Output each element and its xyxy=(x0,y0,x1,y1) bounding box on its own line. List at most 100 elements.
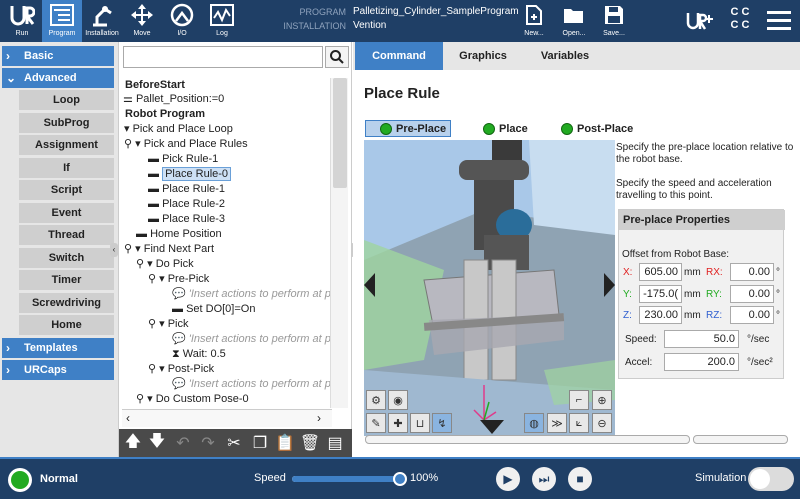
redo-icon[interactable]: ↷ xyxy=(197,432,219,454)
io-nav-button[interactable]: I/O xyxy=(162,0,202,42)
save-button[interactable]: Save... xyxy=(594,0,634,42)
tree-node[interactable]: BeforeStart xyxy=(125,78,185,93)
new-button[interactable]: New... xyxy=(514,0,554,42)
tree-node-selected[interactable]: ▬ Place Rule-0 xyxy=(148,167,232,182)
tree-node[interactable]: ▬ Place Rule-1 xyxy=(148,182,225,197)
speed-input[interactable]: 50.0 xyxy=(664,330,739,348)
tab-variables[interactable]: Variables xyxy=(523,42,607,70)
feature-icon[interactable]: ≫ xyxy=(547,413,567,433)
robot-3d-view[interactable]: ⚙ ◉ ✎ ✚ ⊔ ↯ ⌐ ⊕ ◍ ≫ ⟀ ⊖ xyxy=(364,140,615,436)
tree-node[interactable]: 💬 'Insert actions to perform at p xyxy=(172,377,331,392)
x-input[interactable]: 605.00 xyxy=(639,263,682,281)
node-timer[interactable]: Timer xyxy=(19,270,114,290)
suppress-icon[interactable]: ▤ xyxy=(324,432,346,454)
play-icon[interactable]: ▶ xyxy=(496,467,520,491)
scene-scrollbar[interactable] xyxy=(365,435,690,444)
collapse-left-handle[interactable]: ‹ xyxy=(110,243,118,257)
category-templates[interactable]: › Templates xyxy=(2,338,114,358)
z-input[interactable]: 230.00 xyxy=(639,306,682,324)
view-rotate-down-icon[interactable] xyxy=(480,420,504,434)
control-mode-icon[interactable]: C CC C xyxy=(726,6,754,36)
tcp-view-icon[interactable]: ⟀ xyxy=(569,413,589,433)
category-urcaps[interactable]: › URCaps xyxy=(2,360,114,380)
step-icon[interactable]: ⏭ xyxy=(532,467,556,491)
rz-input[interactable]: 0.00 xyxy=(730,306,774,324)
power-status-button[interactable] xyxy=(8,468,32,492)
program-nav-button[interactable]: Program xyxy=(42,0,82,42)
delete-icon[interactable]: 🗑 xyxy=(299,432,321,454)
tree-node[interactable]: ⚲ ▾ Post-Pick xyxy=(148,362,214,377)
tree-node[interactable]: 💬 'Insert actions to perform at p xyxy=(172,332,331,347)
tree-node[interactable]: ▬ Place Rule-2 xyxy=(148,197,225,212)
tree-node[interactable]: ⚌ Pallet_Position:=0 xyxy=(123,92,224,107)
rx-input[interactable]: 0.00 xyxy=(730,263,774,281)
node-assignment[interactable]: Assignment xyxy=(19,135,114,155)
move-nav-button[interactable]: Move xyxy=(122,0,162,42)
tree-node[interactable]: ▾ Pick and Place Loop xyxy=(124,122,233,137)
search-icon[interactable] xyxy=(325,46,349,68)
tree-node[interactable]: ⚲ ▾ Find Next Part xyxy=(124,242,214,257)
tree-node[interactable]: ▬ Place Rule-3 xyxy=(148,212,225,227)
undo-icon[interactable]: ↶ xyxy=(172,432,194,454)
tree-node[interactable]: ▬ Pick Rule-1 xyxy=(148,152,218,167)
node-if[interactable]: If xyxy=(19,158,114,178)
path-icon[interactable]: ↯ xyxy=(432,413,452,433)
node-thread[interactable]: Thread xyxy=(19,225,114,245)
category-basic[interactable]: › Basic xyxy=(2,46,114,66)
tree-search-input[interactable] xyxy=(123,46,323,68)
y-input[interactable]: -175.0( xyxy=(639,285,682,303)
tab-command[interactable]: Command xyxy=(355,42,443,70)
tree-node[interactable]: ⚲ ▾ Pick xyxy=(148,317,189,332)
scroll-thumb[interactable] xyxy=(333,78,347,188)
tree-node[interactable]: ⧗ Wait: 0.5 xyxy=(172,347,226,362)
node-screwdriving[interactable]: Screwdriving xyxy=(19,293,114,313)
tree-node[interactable]: ▬ Home Position xyxy=(136,227,222,242)
view-rotate-left-icon[interactable] xyxy=(364,273,376,297)
tree-node[interactable]: ▬ Set DO[0]=On xyxy=(172,302,255,317)
paste-icon[interactable]: 📋 xyxy=(274,432,296,454)
view-robot-icon[interactable]: ⌐ xyxy=(569,390,589,410)
run-nav-button[interactable]: Run xyxy=(2,0,42,42)
cut-icon[interactable]: ✂ xyxy=(223,432,245,454)
robot-view-icon[interactable]: ⚙ xyxy=(366,390,386,410)
view-rotate-right-icon[interactable] xyxy=(603,273,615,297)
speed-slider-knob[interactable] xyxy=(393,472,407,486)
urplus-icon[interactable] xyxy=(685,9,715,33)
tree-vertical-scrollbar[interactable] xyxy=(330,78,348,408)
stop-icon[interactable]: ■ xyxy=(568,467,592,491)
tree-node[interactable]: ⚲ ▾ Pick and Place Rules xyxy=(124,137,248,152)
tool-icon[interactable]: ✎ xyxy=(366,413,386,433)
waypoint-post-place[interactable]: Post-Place xyxy=(561,120,641,137)
scroll-left-icon[interactable]: ‹ xyxy=(126,411,130,425)
node-event[interactable]: Event xyxy=(19,203,114,223)
signal-icon[interactable]: ◉ xyxy=(388,390,408,410)
waypoint-pre-place[interactable]: Pre-Place xyxy=(365,120,451,137)
tree-node[interactable]: ⚲ ▾ Pre-Pick xyxy=(148,272,209,287)
accel-input[interactable]: 200.0 xyxy=(664,353,739,371)
tree-node[interactable]: ⚲ ▾ Do Custom Pose-0 xyxy=(136,392,249,407)
node-script[interactable]: Script xyxy=(19,180,114,200)
hamburger-menu-icon[interactable] xyxy=(767,10,791,32)
tree-node[interactable]: 💬 'Insert actions to perform at p xyxy=(172,287,331,302)
workspace-icon[interactable]: ⊔ xyxy=(410,413,430,433)
simulation-toggle[interactable] xyxy=(748,467,794,491)
node-subprog[interactable]: SubProg xyxy=(19,113,114,133)
properties-scrollbar[interactable] xyxy=(693,435,788,444)
category-advanced[interactable]: ⌄ Advanced xyxy=(2,68,114,88)
move-down-icon[interactable]: 🡇 xyxy=(146,432,168,454)
scroll-right-icon[interactable]: › xyxy=(317,411,321,425)
globe-icon[interactable]: ◍ xyxy=(524,413,544,433)
copy-icon[interactable]: ❐ xyxy=(249,432,271,454)
tab-graphics[interactable]: Graphics xyxy=(443,42,523,70)
node-loop[interactable]: Loop xyxy=(19,90,114,110)
node-home[interactable]: Home xyxy=(19,315,114,335)
speed-slider[interactable] xyxy=(292,476,402,482)
zoom-in-icon[interactable]: ⊕ xyxy=(592,390,612,410)
node-switch[interactable]: Switch xyxy=(19,248,114,268)
tree-horizontal-scrollbar[interactable]: ‹ › xyxy=(122,409,332,427)
puzzle-icon[interactable]: ✚ xyxy=(388,413,408,433)
tree-node[interactable]: ⚲ ▾ Do Pick xyxy=(136,257,194,272)
open-button[interactable]: Open... xyxy=(554,0,594,42)
tree-node[interactable]: Robot Program xyxy=(125,107,205,122)
move-up-icon[interactable]: 🡅 xyxy=(122,432,144,454)
